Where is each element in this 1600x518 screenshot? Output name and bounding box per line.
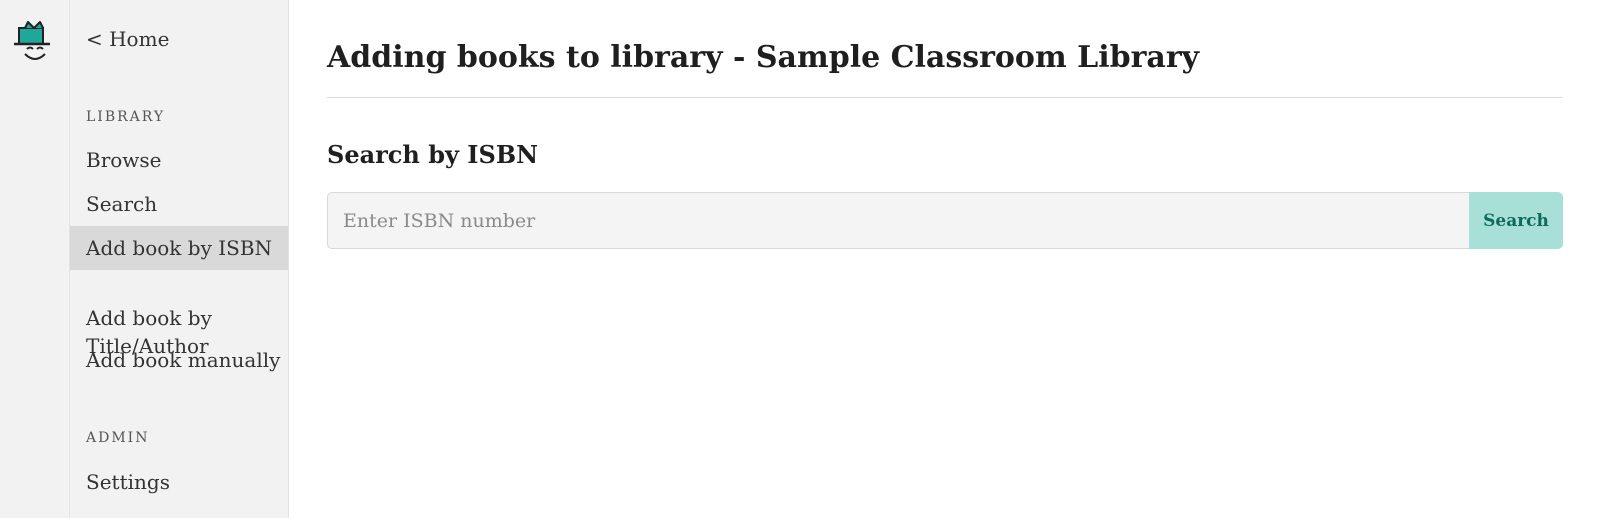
sidebar-item-label: Search (86, 192, 158, 216)
sidebar-item-browse[interactable]: Browse (70, 146, 288, 174)
isbn-input[interactable] (327, 192, 1469, 249)
sidebar-item-label: Add book manually (86, 348, 281, 372)
sidebar-item-add-manually[interactable]: Add book manually (70, 346, 288, 374)
sidebar-item-search[interactable]: Search (70, 190, 288, 218)
sidebar-item-add-by-isbn[interactable]: Add book by ISBN (70, 226, 288, 270)
sidebar-item-settings[interactable]: Settings (70, 468, 288, 496)
title-divider (327, 97, 1563, 98)
section-label-admin: ADMIN (86, 430, 150, 446)
mascot-face-icon[interactable] (12, 18, 56, 64)
sidebar: < Home LIBRARY Browse Search Add book by… (70, 0, 289, 518)
section-title: Search by ISBN (327, 140, 539, 169)
sidebar-item-label: Add book by ISBN (86, 236, 273, 260)
sidebar-item-label: Settings (86, 470, 170, 494)
sidebar-item-add-by-title-author[interactable]: Add book by Title/Author (70, 276, 288, 358)
main-content: Adding books to library - Sample Classro… (289, 0, 1600, 518)
search-button[interactable]: Search (1469, 192, 1563, 249)
sidebar-item-label: Browse (86, 148, 162, 172)
app-root: < Home LIBRARY Browse Search Add book by… (0, 0, 1600, 518)
home-link[interactable]: < Home (86, 24, 169, 54)
icon-rail (0, 0, 70, 518)
isbn-search-form: Search (327, 192, 1563, 249)
page-title: Adding books to library - Sample Classro… (327, 40, 1200, 75)
section-label-library: LIBRARY (86, 109, 166, 125)
